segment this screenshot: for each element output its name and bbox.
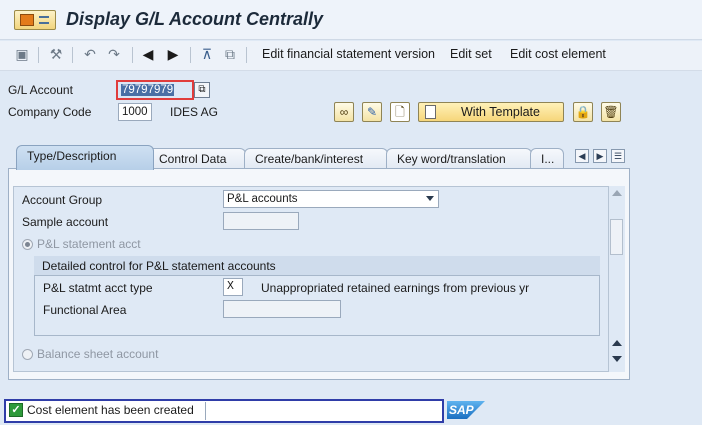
- toolbar-separator: [72, 47, 73, 63]
- tab-scroll-right-icon[interactable]: ▶: [593, 149, 607, 163]
- redo-icon[interactable]: ↷: [106, 46, 122, 62]
- previous-icon[interactable]: ◀: [140, 46, 156, 62]
- page-title: Display G/L Account Centrally: [66, 9, 324, 29]
- copy-icon[interactable]: ⧉: [222, 46, 238, 62]
- pencil-icon[interactable]: ✎: [362, 102, 382, 122]
- edit-set-button[interactable]: Edit set: [450, 47, 492, 61]
- with-template-label: With Template: [461, 105, 540, 119]
- with-template-button[interactable]: With Template: [418, 102, 564, 122]
- sample-account-label: Sample account: [22, 215, 109, 229]
- sap-logo: SAP: [447, 401, 485, 419]
- edit-cost-element-button[interactable]: Edit cost element: [510, 47, 606, 61]
- success-check-icon: ✓: [9, 403, 23, 417]
- tab-control-data[interactable]: Control Data: [148, 148, 246, 169]
- pl-statement-label: P&L statement acct: [37, 237, 141, 251]
- tab-create-bank-interest[interactable]: Create/bank/interest: [244, 148, 388, 169]
- pl-type-field[interactable]: X: [223, 278, 243, 296]
- gl-account-value: 79797979: [121, 84, 175, 96]
- transaction-icon[interactable]: [14, 10, 56, 30]
- toolbar-separator: [190, 47, 191, 63]
- scroll-up-icon[interactable]: [612, 340, 622, 346]
- tab-strip: Type/Description Control Data Create/ban…: [8, 145, 630, 170]
- tab-more[interactable]: I...: [530, 148, 564, 169]
- gl-account-field[interactable]: 79797979: [116, 80, 194, 100]
- status-divider: [205, 402, 206, 420]
- next-icon[interactable]: ▶: [165, 46, 181, 62]
- display-change-icon[interactable]: ⚒: [48, 46, 64, 62]
- tab-list-icon[interactable]: ☰: [611, 149, 625, 163]
- where-used-icon[interactable]: ⊼: [199, 46, 215, 62]
- template-document-icon: [425, 105, 436, 119]
- gl-account-label: G/L Account: [8, 83, 73, 97]
- scroll-down-icon[interactable]: [612, 356, 622, 362]
- toolbar-separator: [38, 47, 39, 63]
- toolbar-separator: [132, 47, 133, 63]
- tab-scroll-left-icon[interactable]: ◀: [575, 149, 589, 163]
- other-object-icon[interactable]: ▣: [14, 46, 30, 62]
- scroll-thumb[interactable]: [610, 219, 623, 255]
- tab-type-description[interactable]: Type/Description: [16, 145, 154, 170]
- scroll-up-icon[interactable]: [612, 190, 622, 196]
- pl-type-label: P&L statmt acct type: [43, 281, 153, 295]
- delete-icon[interactable]: 🗑: [601, 102, 621, 122]
- balance-sheet-radio[interactable]: [22, 349, 33, 360]
- pl-statement-radio[interactable]: [22, 239, 33, 250]
- tab-key-word-translation[interactable]: Key word/translation: [386, 148, 532, 169]
- status-message: Cost element has been created: [27, 403, 194, 417]
- pl-type-description: Unappropriated retained earnings from pr…: [261, 281, 530, 295]
- company-code-label: Company Code: [8, 105, 92, 119]
- sample-account-field[interactable]: [223, 212, 299, 230]
- glasses-icon[interactable]: ∞: [334, 102, 354, 122]
- balance-sheet-label: Balance sheet account: [37, 347, 159, 361]
- toolbar-separator: [246, 47, 247, 63]
- functional-area-label: Functional Area: [43, 303, 127, 317]
- match-code-icon[interactable]: ⧉: [194, 82, 210, 98]
- create-icon[interactable]: 🗋: [390, 102, 410, 122]
- account-group-select[interactable]: P&L accounts: [223, 190, 439, 208]
- account-group-label: Account Group: [22, 193, 103, 207]
- groupbox-title: Detailed control for P&L statement accou…: [34, 256, 600, 276]
- account-group-value: P&L accounts: [227, 193, 298, 205]
- edit-fs-version-button[interactable]: Edit financial statement version: [262, 47, 435, 61]
- chevron-down-icon: [426, 196, 434, 201]
- company-code-field[interactable]: 1000: [118, 103, 152, 121]
- company-name: IDES AG: [170, 105, 219, 119]
- lock-icon[interactable]: 🔒: [573, 102, 593, 122]
- undo-icon[interactable]: ↶: [82, 46, 98, 62]
- sap-logo-text: SAP: [449, 403, 475, 417]
- functional-area-field[interactable]: [223, 300, 341, 318]
